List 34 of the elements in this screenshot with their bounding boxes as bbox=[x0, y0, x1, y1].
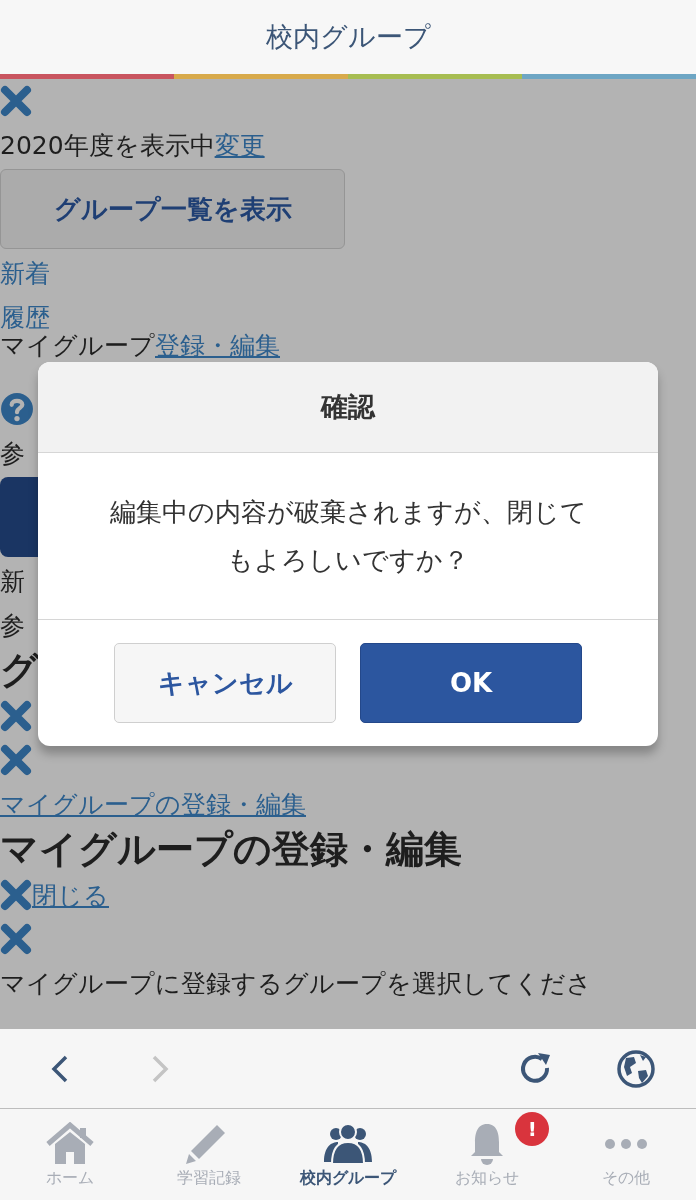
close-icon[interactable] bbox=[0, 923, 32, 955]
text-line: マイグループに登録するグループを選択してくださ bbox=[0, 967, 592, 1000]
tab[interactable]: その他 bbox=[556, 1109, 696, 1200]
text-line: マイグループ bbox=[0, 333, 155, 359]
heading: グ bbox=[0, 647, 39, 694]
help-icon[interactable] bbox=[0, 392, 34, 426]
close-icon[interactable] bbox=[0, 85, 32, 117]
tab[interactable]: 学習記録 bbox=[139, 1109, 279, 1200]
dialog-title: 確認 bbox=[321, 390, 375, 424]
cancel-button[interactable]: キャンセル bbox=[114, 643, 336, 723]
text-line: 参 bbox=[0, 437, 25, 470]
text-link[interactable]: 登録・編集 bbox=[155, 333, 280, 359]
group-list-button[interactable]: グループ一覧を表示 bbox=[0, 169, 345, 249]
tab[interactable]: ! お知らせ bbox=[417, 1109, 557, 1200]
link[interactable]: マイグループの登録・編集 bbox=[0, 787, 306, 821]
heading: マイグループの登録・編集 bbox=[0, 826, 462, 873]
close-icon[interactable] bbox=[0, 700, 32, 732]
dialog-message: 編集中の内容が破棄されますが、閉じてもよろしいですか？ bbox=[108, 496, 588, 577]
close-icon[interactable] bbox=[0, 879, 32, 911]
close-link[interactable]: 閉じる bbox=[32, 878, 109, 912]
link[interactable]: 履歴 bbox=[0, 300, 50, 334]
link[interactable]: 新着 bbox=[0, 256, 50, 290]
globe-icon[interactable] bbox=[616, 1048, 656, 1089]
tab[interactable]: 校内グループ bbox=[278, 1109, 418, 1200]
notification-badge: ! bbox=[515, 1111, 550, 1146]
tab[interactable]: ホーム bbox=[0, 1109, 140, 1200]
text-line: 2020年度を表示中 bbox=[0, 129, 215, 162]
text-line: 参 bbox=[0, 609, 25, 642]
text-link[interactable]: 変更 bbox=[214, 128, 265, 162]
more-icon bbox=[604, 1137, 649, 1150]
ok-button[interactable]: OK bbox=[360, 643, 582, 723]
text-line: 新 bbox=[0, 565, 25, 598]
close-icon[interactable] bbox=[0, 744, 32, 776]
page-title: 校内グループ bbox=[265, 20, 431, 54]
